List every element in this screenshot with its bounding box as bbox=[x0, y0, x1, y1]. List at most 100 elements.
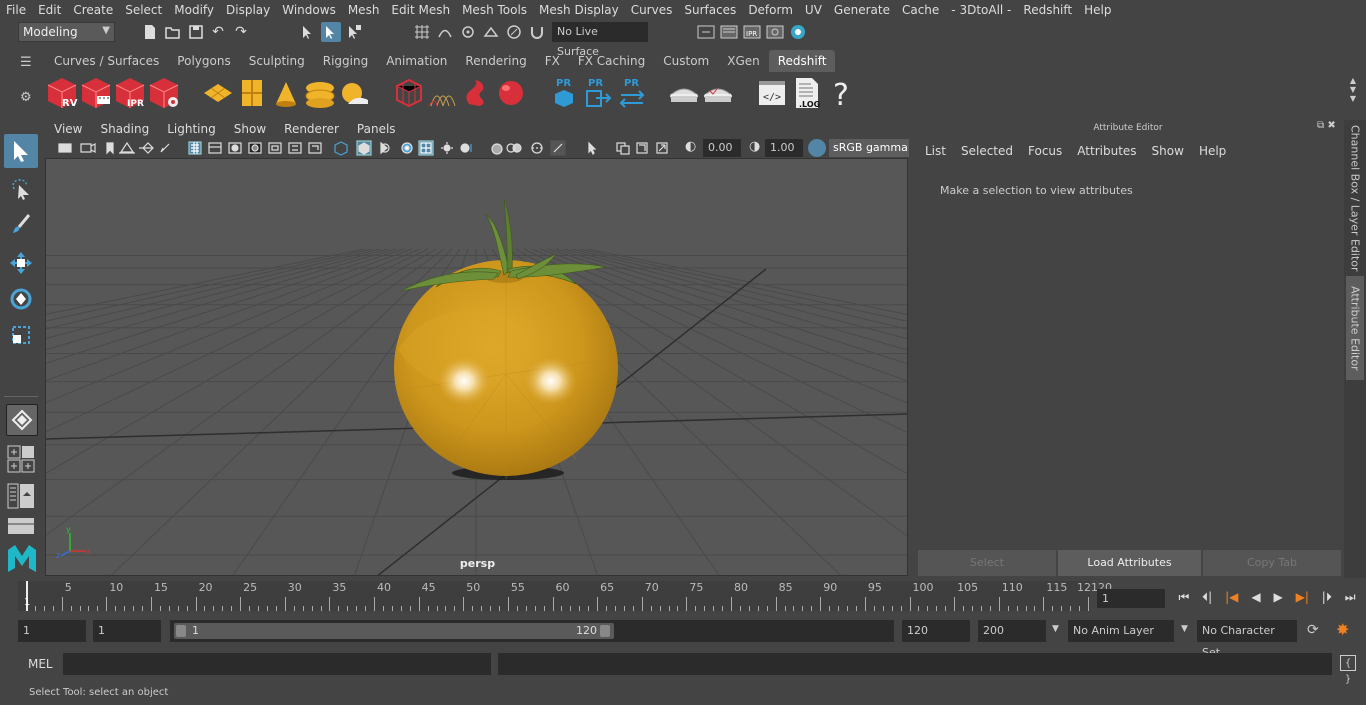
step-back-frame-icon[interactable]: |◀ bbox=[1225, 590, 1238, 604]
panel-float-close-icons[interactable]: ⧉ ✖ bbox=[1317, 120, 1343, 136]
shelf-menu-icon[interactable]: ☰ bbox=[20, 56, 36, 72]
viewport-canvas[interactable]: x y z bbox=[46, 159, 908, 576]
menu-mesh-display[interactable]: Mesh Display bbox=[533, 0, 625, 20]
menu-mesh-tools[interactable]: Mesh Tools bbox=[456, 0, 533, 20]
shelf-tab-xgen[interactable]: XGen bbox=[718, 50, 769, 72]
shelf-tab-fx[interactable]: FX bbox=[536, 50, 569, 72]
time-slider[interactable]: 5 10 15 20 25 30 35 40 45 50 55 60 65 70 75 80 85 90 95 100… bbox=[18, 581, 1112, 611]
ae-menu-help[interactable]: Help bbox=[1199, 144, 1226, 158]
redshift-proxy-icon[interactable] bbox=[393, 76, 425, 110]
redshift-volume-icon[interactable] bbox=[461, 76, 493, 110]
select-component-icon[interactable] bbox=[344, 22, 364, 42]
undo-icon[interactable]: ↶ bbox=[208, 22, 228, 42]
snap-grid-icon[interactable] bbox=[412, 22, 432, 42]
redshift-render-view-icon[interactable]: RV bbox=[46, 76, 78, 110]
ae-menu-focus[interactable]: Focus bbox=[1028, 144, 1062, 158]
select-hierarchy-icon[interactable] bbox=[298, 22, 318, 42]
redshift-render-settings-icon[interactable] bbox=[148, 76, 180, 110]
scale-tool-icon[interactable] bbox=[4, 318, 38, 352]
help-question-icon[interactable]: ? bbox=[824, 76, 856, 113]
range-slider-track[interactable]: 1 120 bbox=[170, 620, 894, 642]
auto-key-icon[interactable]: ⟳ bbox=[1307, 622, 1325, 640]
viewport-panel[interactable]: x y z persp bbox=[45, 158, 908, 576]
tomato-model[interactable] bbox=[394, 260, 618, 479]
ae-copy-tab-button[interactable]: Copy Tab bbox=[1203, 550, 1341, 576]
paint-select-tool-icon[interactable] bbox=[4, 208, 38, 242]
playback-start-field[interactable]: 1 bbox=[93, 620, 161, 642]
redshift-ipr-icon[interactable]: IPR bbox=[114, 76, 146, 110]
viewport-menu-panels[interactable]: Panels bbox=[348, 122, 405, 136]
pie-bake-icon[interactable] bbox=[668, 76, 700, 110]
menu-display[interactable]: Display bbox=[220, 0, 276, 20]
menu-help[interactable]: Help bbox=[1078, 0, 1117, 20]
exposure-field[interactable]: 0.00 bbox=[703, 139, 741, 157]
step-back-key-icon[interactable]: ⏴| bbox=[1202, 590, 1212, 605]
redshift-hair-icon[interactable] bbox=[427, 76, 459, 110]
ae-menu-attributes[interactable]: Attributes bbox=[1077, 144, 1136, 158]
snap-curve-icon[interactable] bbox=[435, 22, 455, 42]
pr-sync-icon[interactable]: PR bbox=[616, 76, 648, 110]
anim-layer-field[interactable]: No Anim Layer bbox=[1068, 620, 1174, 642]
menu-set-dropdown[interactable]: Modeling ▼ bbox=[18, 22, 115, 42]
menu-create[interactable]: Create bbox=[67, 0, 119, 20]
layout-outliner-icon[interactable] bbox=[6, 482, 36, 510]
shelf-tab-curves-surfaces[interactable]: Curves / Surfaces bbox=[45, 50, 168, 72]
lasso-tool-icon[interactable] bbox=[4, 172, 38, 206]
shelf-tab-rigging[interactable]: Rigging bbox=[314, 50, 377, 72]
log-file-icon[interactable]: .LOG bbox=[790, 76, 822, 110]
script-editor-button-icon[interactable]: { } bbox=[1340, 655, 1356, 685]
play-backwards-icon[interactable]: ◀ bbox=[1251, 590, 1260, 604]
save-scene-icon[interactable] bbox=[186, 22, 206, 42]
redshift-sphere-icon[interactable] bbox=[495, 76, 527, 110]
character-set-chevron-icon[interactable]: ▼ bbox=[1181, 624, 1188, 634]
new-scene-icon[interactable] bbox=[140, 22, 160, 42]
redshift-sun-light-icon[interactable] bbox=[338, 76, 370, 110]
range-slider-left-grip[interactable] bbox=[176, 625, 186, 637]
range-slider-right-grip[interactable] bbox=[600, 625, 610, 637]
playback-end-field[interactable]: 120 bbox=[902, 620, 970, 642]
shelf-tab-sculpting[interactable]: Sculpting bbox=[240, 50, 314, 72]
hypershade-icon[interactable] bbox=[788, 22, 808, 42]
viewport-menu-view[interactable]: View bbox=[45, 122, 91, 136]
menu-cache[interactable]: Cache bbox=[896, 0, 945, 20]
pr-cube-icon[interactable]: PR bbox=[548, 76, 580, 110]
ae-menu-show[interactable]: Show bbox=[1152, 144, 1184, 158]
menu-edit[interactable]: Edit bbox=[32, 0, 67, 20]
menu-curves[interactable]: Curves bbox=[625, 0, 679, 20]
shelf-scroll-arrows[interactable]: ▲ ▼ ▼ bbox=[1347, 76, 1359, 112]
menu-redshift[interactable]: Redshift bbox=[1017, 0, 1078, 20]
command-input[interactable] bbox=[63, 653, 491, 675]
select-object-icon[interactable] bbox=[321, 22, 341, 42]
ae-load-attributes-button[interactable]: Load Attributes bbox=[1058, 550, 1201, 576]
soft-select-icon[interactable] bbox=[6, 404, 38, 436]
rotate-tool-icon[interactable] bbox=[4, 282, 38, 316]
menu-uv[interactable]: UV bbox=[799, 0, 828, 20]
pr-export-icon[interactable]: PR bbox=[582, 76, 614, 110]
anim-preferences-icon[interactable]: ✸ bbox=[1336, 620, 1356, 640]
live-surface-field[interactable]: No Live Surface bbox=[552, 22, 648, 58]
step-forward-frame-icon[interactable]: ▶| bbox=[1296, 590, 1309, 604]
step-forward-key-icon[interactable]: |⏵ bbox=[1322, 590, 1332, 605]
pie-bake-settings-icon[interactable] bbox=[702, 76, 734, 110]
menu-surfaces[interactable]: Surfaces bbox=[678, 0, 742, 20]
end-time-field[interactable]: 200 bbox=[978, 620, 1046, 642]
viewport-menu-show[interactable]: Show bbox=[225, 122, 275, 136]
viewport-menu-lighting[interactable]: Lighting bbox=[158, 122, 225, 136]
tab-channel-box[interactable]: Channel Box / Layer Editor bbox=[1346, 124, 1364, 272]
snap-live-icon[interactable] bbox=[504, 22, 524, 42]
viewport-menu-renderer[interactable]: Renderer bbox=[275, 122, 348, 136]
select-tool-icon[interactable] bbox=[4, 134, 38, 168]
menu-windows[interactable]: Windows bbox=[276, 0, 342, 20]
play-forwards-icon[interactable]: ▶ bbox=[1273, 590, 1282, 604]
shelf-tab-redshift[interactable]: Redshift bbox=[768, 50, 836, 72]
color-management-icon[interactable] bbox=[808, 139, 826, 157]
maya-logo-icon[interactable] bbox=[5, 542, 39, 576]
shelf-tab-rendering[interactable]: Rendering bbox=[456, 50, 535, 72]
shelf-tab-fx-caching[interactable]: FX Caching bbox=[569, 50, 654, 72]
ipr-render-icon[interactable]: IPR bbox=[742, 22, 762, 42]
layout-single-icon[interactable] bbox=[6, 516, 36, 536]
magnet-icon[interactable] bbox=[527, 22, 547, 42]
redshift-physical-light-icon[interactable] bbox=[236, 76, 268, 110]
redshift-dome-light-icon[interactable] bbox=[304, 76, 336, 110]
shelf-settings-gear-icon[interactable]: ⚙ bbox=[20, 90, 36, 106]
